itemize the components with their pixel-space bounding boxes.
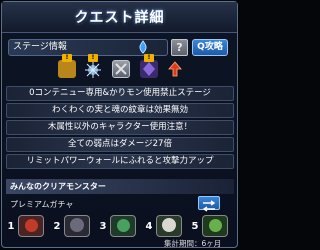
rule-item: 全ての弱点はダメージ27倍 (6, 137, 234, 152)
rank-number: 1 (7, 221, 15, 232)
panel-icon[interactable] (112, 60, 130, 78)
warning-badge: ! (62, 54, 72, 62)
gacha-label: プレミアムガチャ (10, 200, 74, 209)
rank-number: 4 (145, 221, 153, 232)
rule-item: リミットパワーウォールにふれると攻撃力アップ (6, 154, 234, 169)
monster-thumbnail[interactable] (202, 215, 228, 237)
water-element-icon (139, 40, 147, 54)
rule-item: 木属性以外のキャラクター使用注意！ (6, 120, 234, 135)
gimmick-badge-icon[interactable]: ! (58, 54, 76, 78)
spiked-mine-icon[interactable]: ! (84, 54, 102, 78)
gimmick-icons: ! ! ! (58, 54, 198, 84)
aggregation-period: 集計期間：6ヶ月 (164, 239, 222, 248)
warning-badge: ! (144, 54, 154, 62)
page-title: クエスト詳細 (74, 10, 165, 26)
quest-detail-window: クエスト詳細 ステージ情報 ? Q攻略 ! ! ! 0コンテニュー専用&かりモン… (1, 1, 238, 248)
warning-badge: ! (88, 54, 98, 62)
crystal-monster-icon[interactable]: ! (140, 54, 158, 78)
clear-monsters-header: みんなのクリアモンスター (6, 179, 234, 194)
rule-item: わくわくの実と魂の紋章は効果無効 (6, 103, 234, 118)
swap-button[interactable] (198, 196, 220, 212)
stage-info-row: ステージ情報 ? Q攻略 (8, 39, 228, 56)
rule-item: 0コンテニュー専用&かりモン使用禁止ステージ (6, 86, 234, 101)
red-up-arrow-icon[interactable] (166, 60, 184, 78)
rank-number: 3 (99, 221, 107, 232)
monster-thumbnail[interactable] (64, 215, 90, 237)
clear-monster-list: 1 2 3 4 5 (4, 215, 234, 237)
title-bar: クエスト詳細 (2, 2, 237, 33)
quest-rules-list: 0コンテニュー専用&かりモン使用禁止ステージ わくわくの実と魂の紋章は効果無効 … (6, 86, 234, 171)
help-button[interactable]: ? (171, 39, 188, 56)
rank-number: 5 (191, 221, 199, 232)
monster-thumbnail[interactable] (110, 215, 136, 237)
rank-number: 2 (53, 221, 61, 232)
guide-button[interactable]: Q攻略 (192, 39, 228, 56)
swap-arrows-icon (202, 200, 216, 212)
monster-thumbnail[interactable] (18, 215, 44, 237)
monster-thumbnail[interactable] (156, 215, 182, 237)
